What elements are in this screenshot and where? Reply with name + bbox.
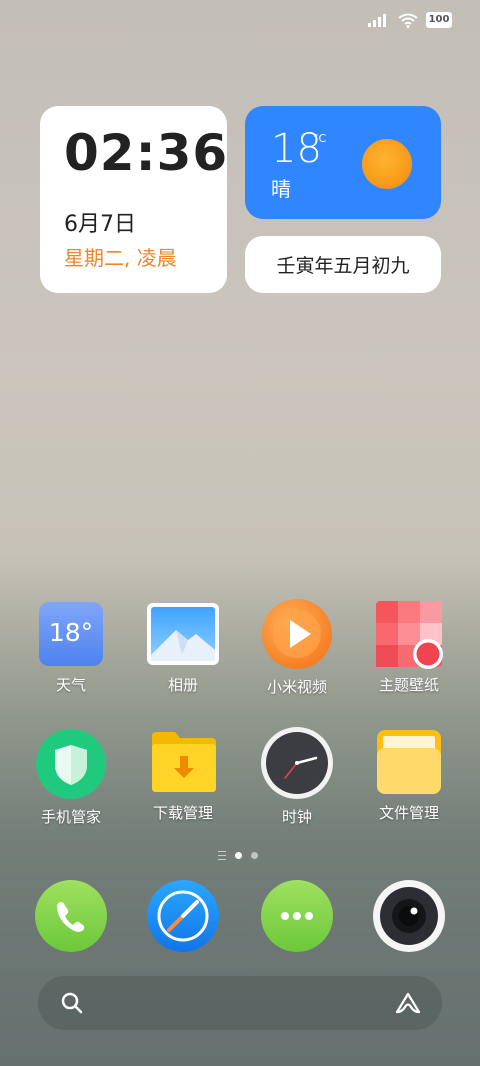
file-manager-app-icon <box>375 728 443 796</box>
app-drawer-indicator-icon <box>218 851 226 860</box>
downloads-app-icon <box>149 728 217 796</box>
wifi-icon <box>398 13 418 28</box>
app-themes[interactable]: 主题壁纸 <box>354 600 464 695</box>
app-label: 天气 <box>55 676 86 694</box>
app-clock[interactable]: 时钟 <box>242 726 352 827</box>
dock-browser[interactable] <box>128 880 238 952</box>
lunar-calendar-widget[interactable]: 壬寅年五月初九 <box>245 236 441 293</box>
clock-weekday: 星期二, 凌晨 <box>64 246 177 270</box>
clock-date: 6月7日 <box>64 212 136 237</box>
lunar-date: 壬寅年五月初九 <box>276 255 410 277</box>
dock-camera[interactable] <box>354 880 464 952</box>
app-file-manager[interactable]: 文件管理 <box>354 728 464 823</box>
phone-app-icon <box>35 880 107 952</box>
video-app-icon <box>261 598 333 670</box>
security-app-icon <box>35 728 107 800</box>
browser-app-icon <box>147 880 219 952</box>
app-weather[interactable]: 18° 天气 <box>16 600 126 695</box>
clock-time: 02:36 <box>64 124 229 182</box>
battery-level: 100 <box>426 12 452 28</box>
page-indicator[interactable] <box>218 851 258 860</box>
weather-app-badge: 18° <box>48 618 94 647</box>
search-icon[interactable] <box>60 991 84 1015</box>
app-label: 小米视频 <box>266 678 327 696</box>
app-downloads[interactable]: 下载管理 <box>128 728 238 823</box>
app-label: 主题壁纸 <box>378 676 439 694</box>
app-label: 时钟 <box>281 808 312 826</box>
sun-icon <box>362 139 412 189</box>
dock-phone[interactable] <box>16 880 126 952</box>
app-video[interactable]: 小米视频 <box>242 598 352 697</box>
weather-condition: 晴 <box>271 177 291 201</box>
app-security[interactable]: 手机管家 <box>16 728 126 827</box>
weather-widget[interactable]: 18 °C 晴 <box>245 106 441 219</box>
clock-widget[interactable]: 02:36 6月7日 星期二, 凌晨 <box>40 106 227 293</box>
search-bar[interactable] <box>38 976 442 1030</box>
camera-app-icon <box>373 880 445 952</box>
app-label: 文件管理 <box>378 804 439 822</box>
messages-app-icon <box>261 880 333 952</box>
status-bar: 100 <box>368 12 452 28</box>
clock-app-icon <box>260 726 334 800</box>
app-label: 下载管理 <box>152 804 213 822</box>
voice-assistant-icon[interactable] <box>394 991 422 1015</box>
weather-unit: °C <box>313 132 327 145</box>
signal-icon <box>368 14 386 27</box>
page-dot-active <box>235 852 242 859</box>
gallery-app-icon <box>146 600 220 668</box>
weather-app-icon: 18° <box>37 600 105 668</box>
dock-messages[interactable] <box>242 880 352 952</box>
app-gallery[interactable]: 相册 <box>128 600 238 695</box>
app-label: 手机管家 <box>40 808 101 826</box>
page-dot <box>251 852 258 859</box>
themes-app-icon <box>375 600 443 669</box>
app-label: 相册 <box>167 676 198 694</box>
